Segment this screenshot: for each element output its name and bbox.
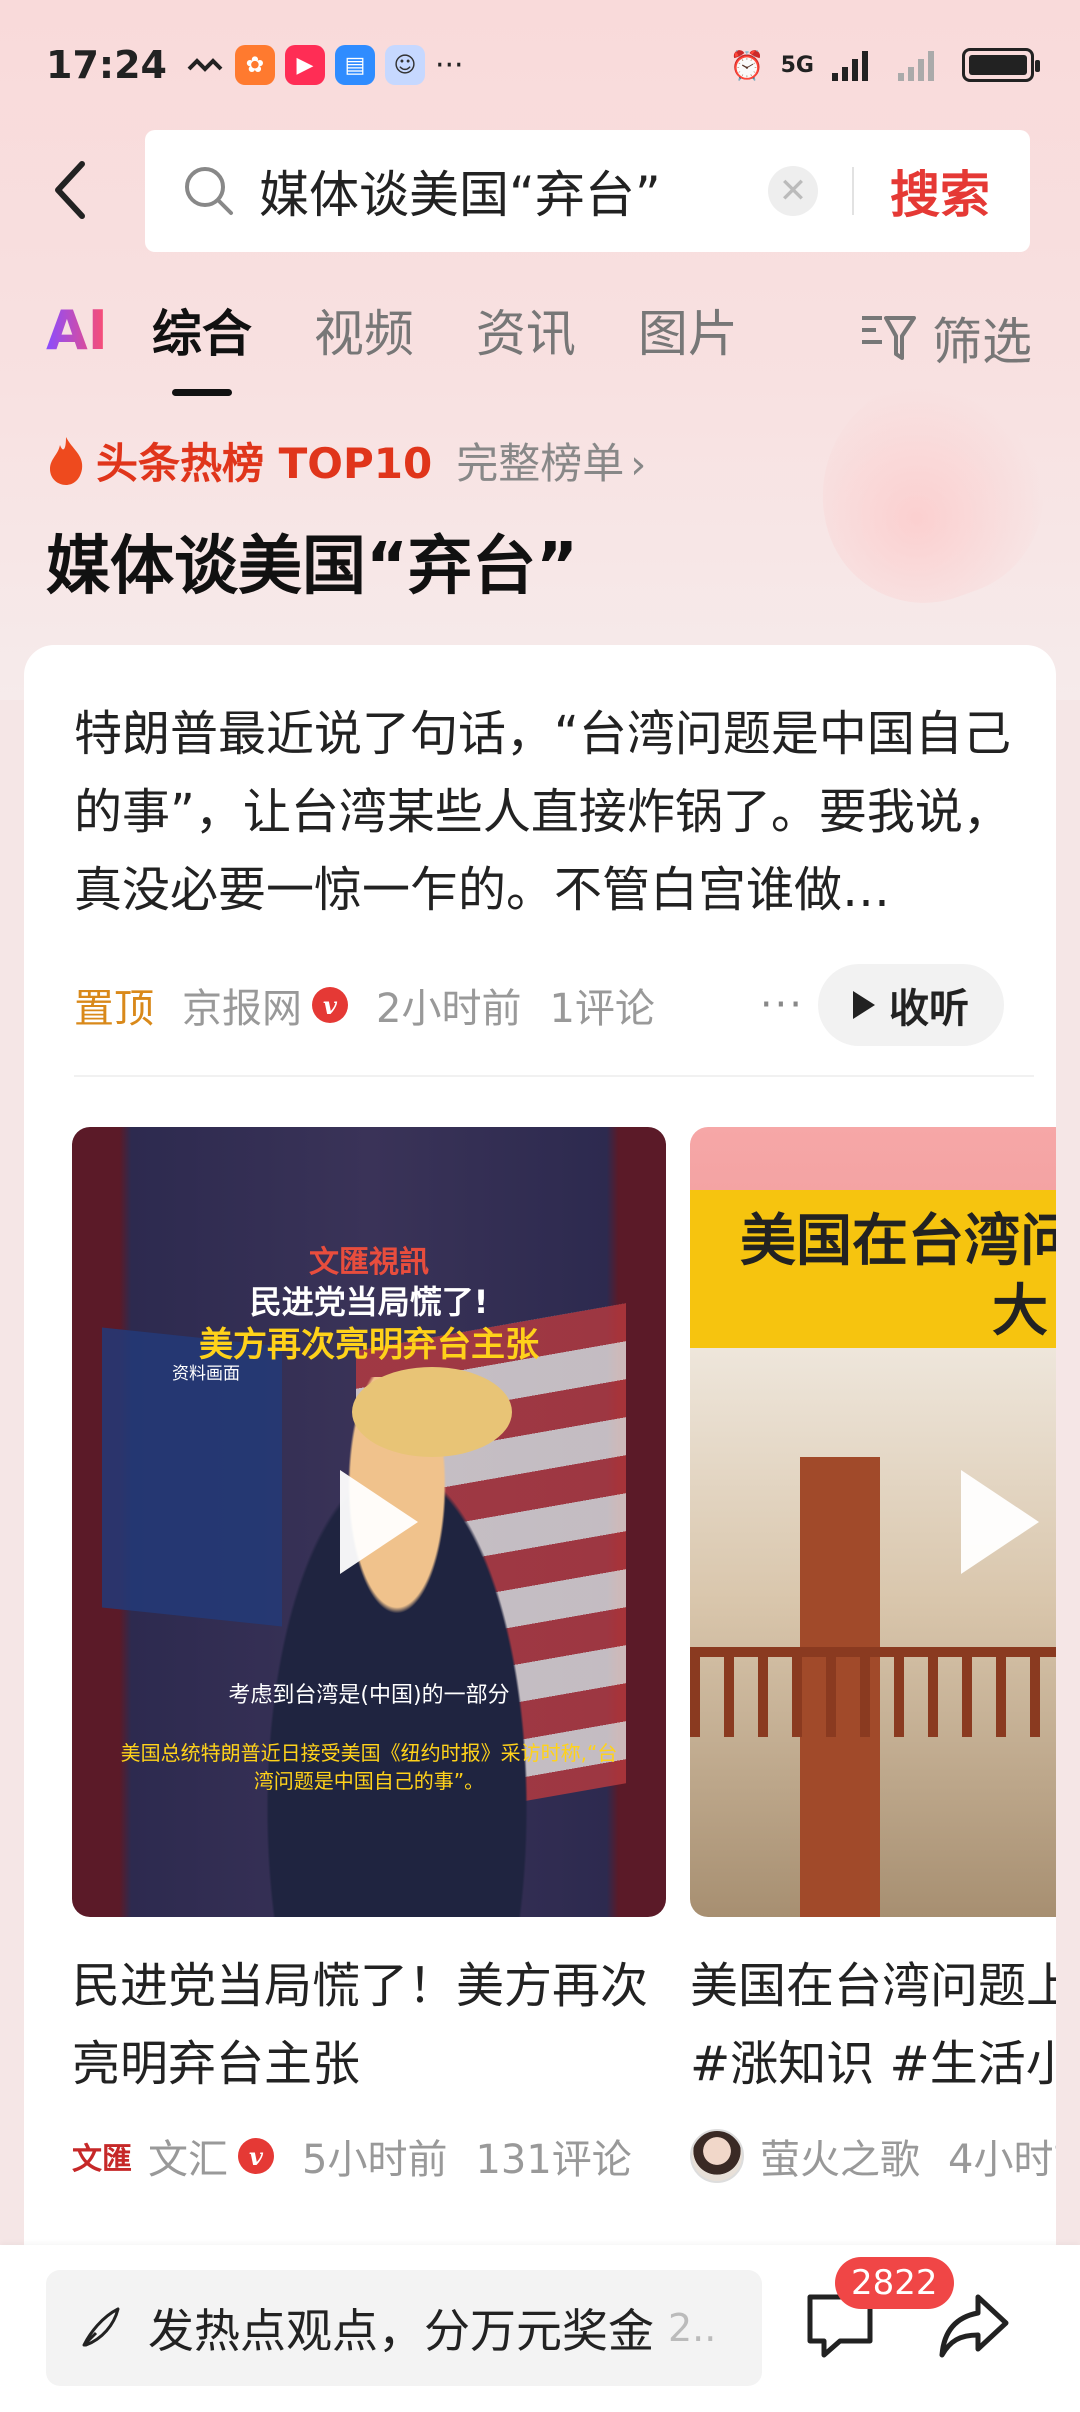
battery-icon — [962, 48, 1040, 82]
pinned-badge: 置顶 — [74, 986, 154, 1032]
play-icon[interactable] — [340, 1470, 418, 1574]
article-source[interactable]: 京报网 — [182, 976, 302, 1034]
tab-video[interactable]: 视频 — [314, 294, 414, 366]
chevron-right-icon: › — [630, 442, 647, 488]
video-meta: 文匯 文汇 v 5小时前 131评论 — [72, 2127, 666, 2185]
article-comments: 1评论 — [549, 986, 655, 1032]
video-thumbnail[interactable]: 文匯視訊 民进党当局慌了! 美方再次亮明弃台主张 资料画面 考虑到台湾是(中国)… — [72, 1127, 666, 1917]
close-icon: ✕ — [778, 171, 808, 211]
comment-input[interactable]: 发热点观点，分万元奖金 2.. — [46, 2270, 762, 2386]
video-source[interactable]: 文汇 — [148, 2127, 228, 2185]
alarm-icon: ⏰ — [729, 48, 765, 82]
status-bar: 17:24 ✿ ▶ ▤ ☺ ··· ⏰ 5G — [0, 0, 1080, 130]
more-options-icon[interactable]: ··· — [760, 982, 804, 1028]
search-tabs: AI 综合 视频 资讯 图片 筛选 — [0, 280, 1080, 380]
missed-call-icon — [187, 58, 223, 72]
tab-all[interactable]: 综合 — [152, 294, 252, 366]
comment-extra: 2.. — [668, 2306, 717, 2350]
results-card: 特朗普最近说了句话，“台湾问题是中国自己的事”，让台湾某些人直接炸锅了。要我说，… — [24, 645, 1056, 2285]
share-icon[interactable] — [936, 2289, 1012, 2361]
search-icon — [185, 167, 233, 215]
play-icon — [853, 991, 875, 1019]
thumb-subtitle: 考虑到台湾是(中国)的一部分 — [228, 1683, 510, 1708]
video-thumbnail[interactable]: 美国在台湾问题上的五大 — [690, 1127, 1056, 1917]
more-notifications-icon: ··· — [434, 47, 464, 83]
search-divider — [852, 167, 854, 215]
bottom-bar: 发热点观点，分万元奖金 2.. 2822 — [0, 2245, 1080, 2412]
video-comments: 131评论 — [475, 2137, 632, 2183]
video-meta: 萤火之歌 4小时前 — [690, 2127, 1056, 2185]
thumb-headline-2: 美方再次亮明弃台主张 — [199, 1325, 539, 1365]
tab-ai[interactable]: AI — [46, 299, 108, 362]
video-time: 5小时前 — [302, 2137, 448, 2183]
search-input[interactable]: 媒体谈美国“弃台” — [259, 155, 768, 227]
system-icons: ⏰ 5G — [729, 47, 1040, 83]
app-icon-3: ▤ — [334, 45, 375, 85]
article-summary[interactable]: 特朗普最近说了句话，“台湾问题是中国自己的事”，让台湾某些人直接炸锅了。要我说，… — [74, 695, 1014, 929]
article-meta: 置顶 京报网 v 2小时前 1评论 ··· 收听 — [74, 960, 1034, 1050]
person-figure — [232, 1377, 562, 1917]
thumb-title: 美国在台湾问题上的五大 — [740, 1209, 1056, 1344]
chevron-left-icon — [55, 161, 85, 219]
tab-news[interactable]: 资讯 — [476, 294, 576, 366]
thumb-caption: 美国总统特朗普近日接受美国《纽约时报》采访时称,“台湾问题是中国自己的事”。 — [120, 1741, 618, 1793]
person-hair — [352, 1367, 512, 1457]
notification-icons: ✿ ▶ ▤ ☺ ··· — [185, 45, 464, 85]
article-time: 2小时前 — [376, 986, 522, 1032]
filter-icon — [862, 316, 916, 360]
back-button[interactable] — [40, 150, 100, 230]
pavilion-rail — [690, 1647, 1056, 1737]
video-time: 4小时前 — [948, 2137, 1056, 2183]
filter-button[interactable]: 筛选 — [858, 302, 1032, 374]
full-list-link[interactable]: 完整榜单 › — [456, 430, 646, 491]
comment-placeholder: 发热点观点，分万元奖金 — [148, 2304, 654, 2358]
video-source[interactable]: 萤火之歌 — [760, 2127, 920, 2185]
hot-list-label: 头条热榜 TOP10 — [96, 439, 433, 488]
fire-icon — [50, 436, 83, 485]
thumb-note: 资料画面 — [172, 1364, 240, 1384]
tab-images[interactable]: 图片 — [638, 294, 738, 366]
app-icon-2: ▶ — [284, 45, 325, 85]
filter-label: 筛选 — [932, 313, 1032, 371]
video-card[interactable]: 文匯視訊 民进党当局慌了! 美方再次亮明弃台主张 资料画面 考虑到台湾是(中国)… — [72, 1127, 666, 2185]
pen-icon — [82, 2307, 120, 2347]
play-icon[interactable] — [961, 1470, 1039, 1574]
avatar — [690, 2129, 744, 2183]
search-bar[interactable]: 媒体谈美国“弃台” ✕ 搜索 — [145, 130, 1030, 252]
clear-search-button[interactable]: ✕ — [768, 166, 818, 216]
hot-list-row[interactable]: 头条热榜 TOP10 完整榜单 › — [46, 430, 646, 491]
video-card[interactable]: 美国在台湾问题上的五大 美国在台湾问题上… #涨知识 #生活小… 萤火之歌 4小… — [690, 1127, 1056, 2185]
signal-2-icon — [898, 51, 934, 81]
listen-label: 收听 — [889, 986, 969, 1032]
app-icon-4: ☺ — [384, 45, 425, 85]
verified-icon: v — [238, 2138, 274, 2174]
video-title[interactable]: 民进党当局慌了！美方再次亮明弃台主张 — [72, 1947, 666, 2103]
full-list-label: 完整榜单 — [456, 439, 625, 488]
search-submit-button[interactable]: 搜索 — [890, 155, 990, 227]
video-title[interactable]: 美国在台湾问题上… #涨知识 #生活小… — [690, 1947, 1056, 2103]
signal-icon — [832, 51, 868, 81]
topic-title: 媒体谈美国“弃台” — [46, 530, 579, 604]
card-divider — [74, 1075, 1034, 1077]
thumb-logo-text: 文匯視訊 — [309, 1245, 429, 1280]
status-time: 17:24 — [46, 43, 167, 87]
app-icon-1: ✿ — [234, 45, 275, 85]
video-carousel: 文匯視訊 民进党当局慌了! 美方再次亮明弃台主张 资料画面 考虑到台湾是(中国)… — [72, 1127, 1056, 2187]
listen-button[interactable]: 收听 — [818, 964, 1004, 1046]
source-logo: 文匯 — [72, 2142, 132, 2177]
verified-icon: v — [312, 987, 348, 1023]
network-label: 5G — [780, 52, 814, 78]
